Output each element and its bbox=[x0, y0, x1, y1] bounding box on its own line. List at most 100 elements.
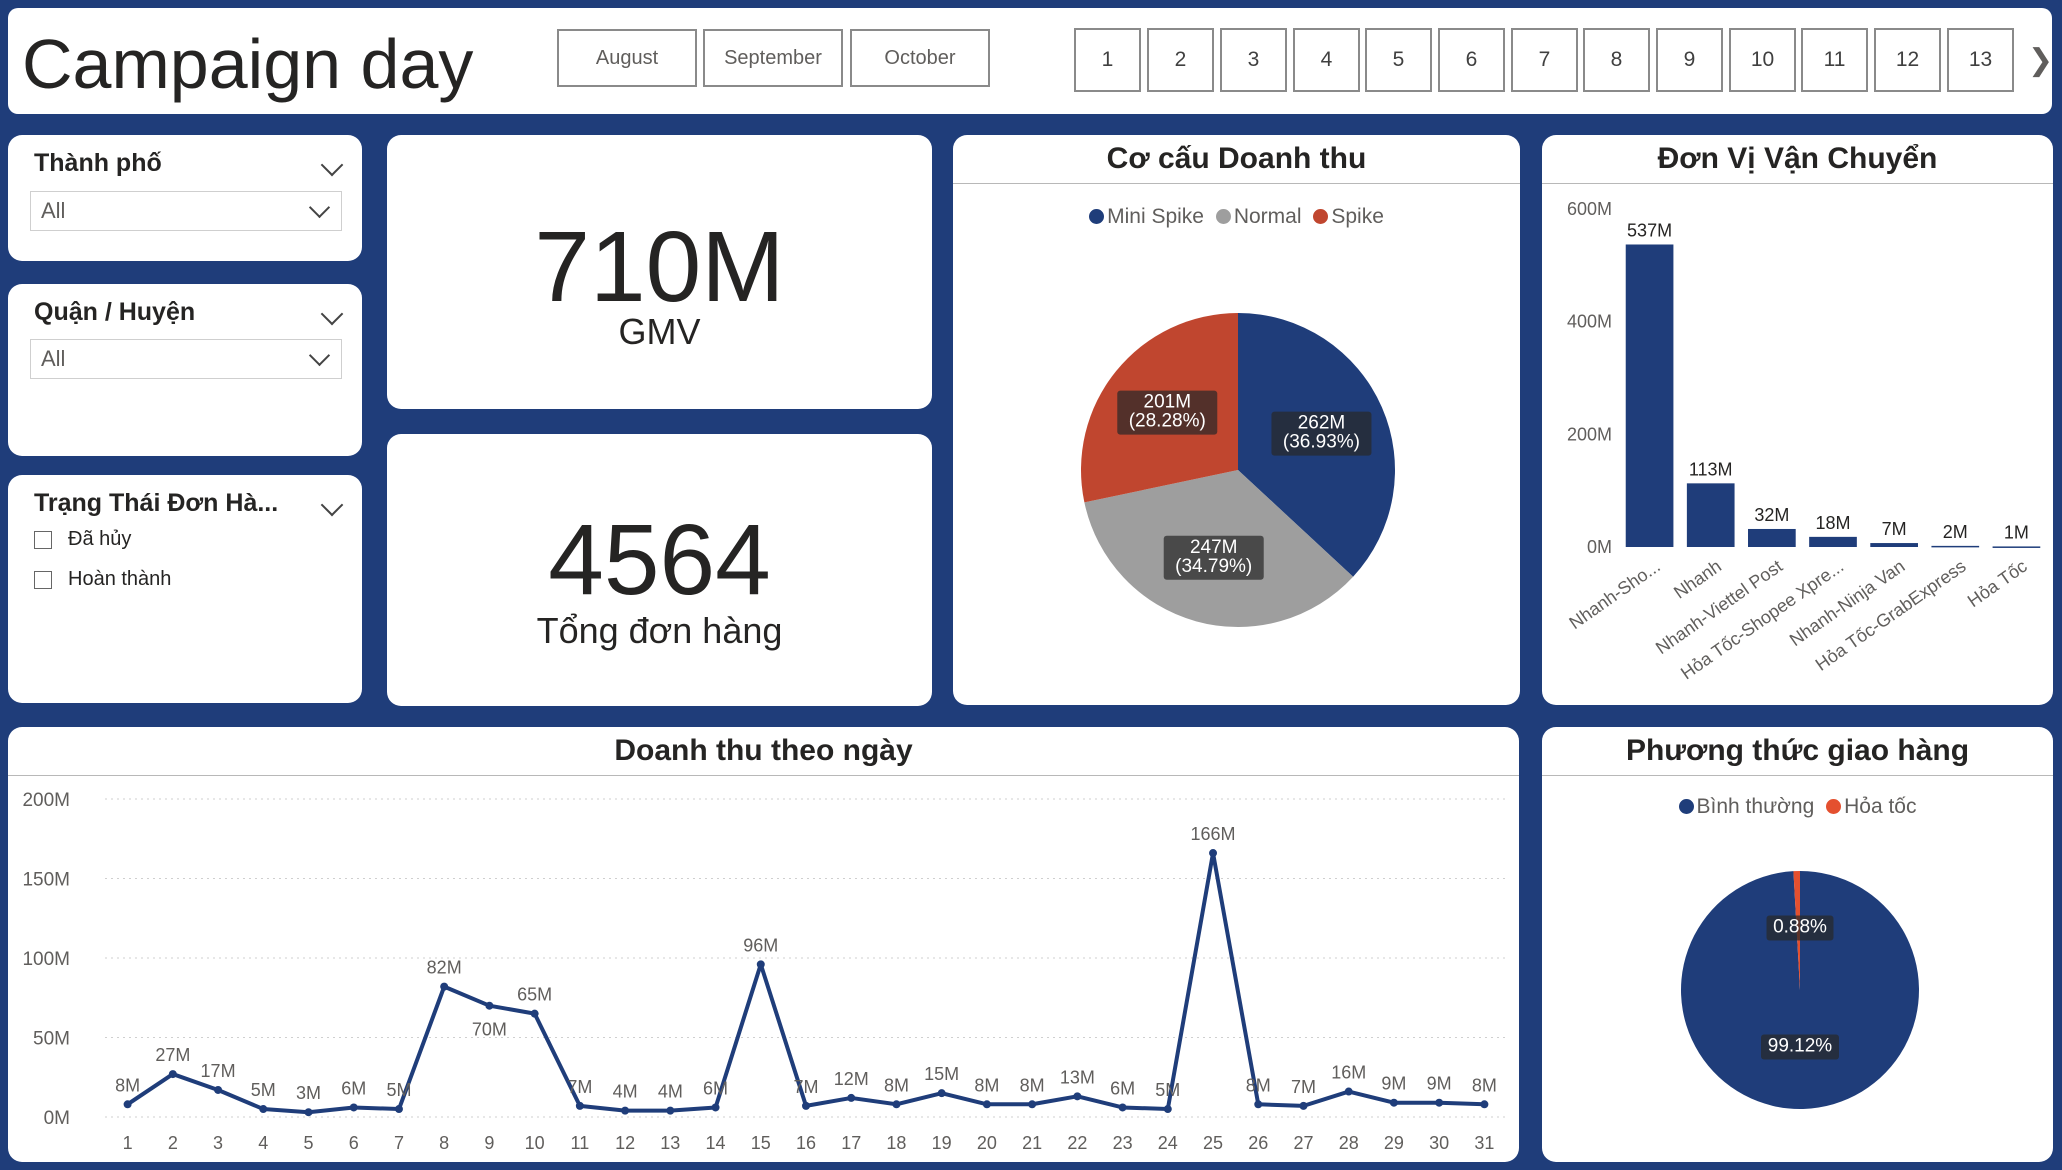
day-button-3[interactable]: 3 bbox=[1220, 28, 1287, 92]
data-label: 6M bbox=[1110, 1078, 1135, 1098]
x-tick-label: 11 bbox=[571, 1133, 590, 1153]
month-button-august[interactable]: August bbox=[557, 29, 697, 87]
y-tick-label: 0M bbox=[1587, 537, 1612, 557]
data-label: 8M bbox=[115, 1075, 140, 1095]
x-tick-label: 19 bbox=[932, 1133, 952, 1153]
district-slicer-title: Quận / Huyện bbox=[34, 298, 196, 326]
bar-data-label: 32M bbox=[1754, 505, 1789, 525]
day-button-4[interactable]: 4 bbox=[1293, 28, 1360, 92]
bar-data-label: 1M bbox=[2004, 522, 2029, 542]
data-point bbox=[711, 1103, 720, 1112]
city-dropdown[interactable]: All bbox=[30, 191, 342, 231]
y-tick-label: 200M bbox=[1567, 424, 1612, 444]
checkbox[interactable] bbox=[34, 530, 52, 549]
bar bbox=[1809, 536, 1857, 547]
data-label: 4M bbox=[613, 1082, 638, 1102]
data-point bbox=[394, 1105, 403, 1114]
data-point bbox=[1299, 1101, 1308, 1110]
x-tick-label: Hỏa Tốc bbox=[1964, 556, 2031, 611]
gmv-card: 710M GMV bbox=[387, 135, 932, 409]
data-point bbox=[1209, 849, 1218, 858]
day-button-9[interactable]: 9 bbox=[1656, 28, 1723, 92]
day-button-12[interactable]: 12 bbox=[1874, 28, 1941, 92]
data-point bbox=[214, 1085, 223, 1094]
district-dropdown-value: All bbox=[41, 346, 66, 371]
chevron-down-icon[interactable] bbox=[320, 302, 344, 326]
x-tick-label: Nhanh-Sho... bbox=[1566, 556, 1664, 633]
data-point bbox=[892, 1100, 901, 1109]
data-label: 9M bbox=[1427, 1074, 1452, 1094]
data-point bbox=[621, 1106, 630, 1115]
data-label: 6M bbox=[703, 1078, 728, 1098]
data-point bbox=[349, 1103, 358, 1112]
data-point bbox=[666, 1106, 675, 1115]
delivery-pie-label: 0.88% bbox=[1773, 917, 1827, 938]
data-label: 5M bbox=[1155, 1080, 1180, 1100]
district-dropdown[interactable]: All bbox=[30, 339, 342, 379]
data-point bbox=[530, 1009, 539, 1018]
data-point bbox=[123, 1100, 132, 1109]
status-option-cancelled[interactable]: Đã hủy bbox=[34, 528, 131, 551]
y-tick-label: 200M bbox=[22, 790, 70, 811]
bar-data-label: 18M bbox=[1815, 513, 1850, 533]
y-tick-label: 0M bbox=[44, 1108, 70, 1129]
month-button-october[interactable]: October bbox=[850, 29, 990, 87]
data-label: 8M bbox=[884, 1075, 909, 1095]
day-button-6[interactable]: 6 bbox=[1438, 28, 1505, 92]
data-label: 17M bbox=[201, 1061, 236, 1081]
status-option-label: Hoàn thành bbox=[68, 568, 172, 590]
x-tick-label: 14 bbox=[706, 1133, 726, 1153]
x-tick-label: 21 bbox=[1022, 1133, 1042, 1153]
data-point bbox=[1254, 1100, 1263, 1109]
chevron-down-icon[interactable] bbox=[320, 493, 344, 517]
x-tick-label: 17 bbox=[841, 1133, 861, 1153]
bar bbox=[1625, 244, 1674, 547]
x-tick-label: 28 bbox=[1339, 1133, 1359, 1153]
day-button-1[interactable]: 1 bbox=[1074, 28, 1141, 92]
data-label: 27M bbox=[155, 1045, 190, 1065]
data-point bbox=[937, 1089, 946, 1098]
revenue-pie-label: 201M bbox=[1144, 392, 1192, 413]
data-label: 9M bbox=[1381, 1074, 1406, 1094]
chevron-right-icon[interactable]: ❯ bbox=[2028, 46, 2052, 76]
day-button-5[interactable]: 5 bbox=[1365, 28, 1432, 92]
x-tick-label: 12 bbox=[615, 1133, 635, 1153]
revenue-pie-label: 262M bbox=[1298, 413, 1346, 434]
chevron-down-icon[interactable] bbox=[320, 153, 344, 177]
x-tick-label: 1 bbox=[123, 1133, 133, 1153]
status-option-completed[interactable]: Hoàn thành bbox=[34, 568, 171, 591]
data-point bbox=[440, 982, 449, 991]
day-button-2[interactable]: 2 bbox=[1147, 28, 1214, 92]
revenue-structure-card: Cơ cấu Doanh thu Mini Spike Normal Spike… bbox=[953, 135, 1520, 705]
bar-data-label: 537M bbox=[1627, 220, 1672, 240]
data-label: 166M bbox=[1191, 824, 1236, 844]
day-button-8[interactable]: 8 bbox=[1583, 28, 1650, 92]
bar-data-label: 113M bbox=[1689, 459, 1733, 479]
bar bbox=[1931, 545, 1980, 548]
data-point bbox=[168, 1070, 177, 1079]
day-button-13[interactable]: 13 bbox=[1947, 28, 2014, 92]
y-tick-label: 600M bbox=[1567, 199, 1612, 219]
delivery-method-card: Phương thức giao hàng Bình thường Hỏa tố… bbox=[1542, 727, 2053, 1162]
x-tick-label: 30 bbox=[1429, 1133, 1449, 1153]
checkbox[interactable] bbox=[34, 570, 52, 589]
day-button-10[interactable]: 10 bbox=[1729, 28, 1796, 92]
data-point bbox=[1118, 1103, 1127, 1112]
order-status-slicer: Trạng Thái Đơn Hà... Đã hủy Hoàn thành bbox=[8, 475, 362, 703]
month-button-september[interactable]: September bbox=[703, 29, 843, 87]
data-label: 8M bbox=[1472, 1075, 1497, 1095]
header-bar: Campaign day August September October 1 … bbox=[8, 8, 2052, 114]
day-button-11[interactable]: 11 bbox=[1801, 28, 1868, 92]
data-point bbox=[1480, 1100, 1489, 1109]
revenue-pie-label: 247M bbox=[1190, 537, 1238, 558]
y-tick-label: 50M bbox=[33, 1029, 70, 1050]
data-label: 5M bbox=[386, 1080, 411, 1100]
data-point bbox=[982, 1100, 991, 1109]
data-point bbox=[259, 1105, 268, 1114]
revenue-structure-pie: 262M(36.93%) 247M(34.79%) 201M(28.28%) bbox=[1081, 313, 1395, 627]
day-button-7[interactable]: 7 bbox=[1511, 28, 1578, 92]
x-tick-label: 4 bbox=[258, 1133, 268, 1153]
order-status-slicer-title: Trạng Thái Đơn Hà... bbox=[34, 489, 279, 517]
data-point bbox=[756, 960, 765, 969]
data-label: 12M bbox=[834, 1069, 869, 1089]
